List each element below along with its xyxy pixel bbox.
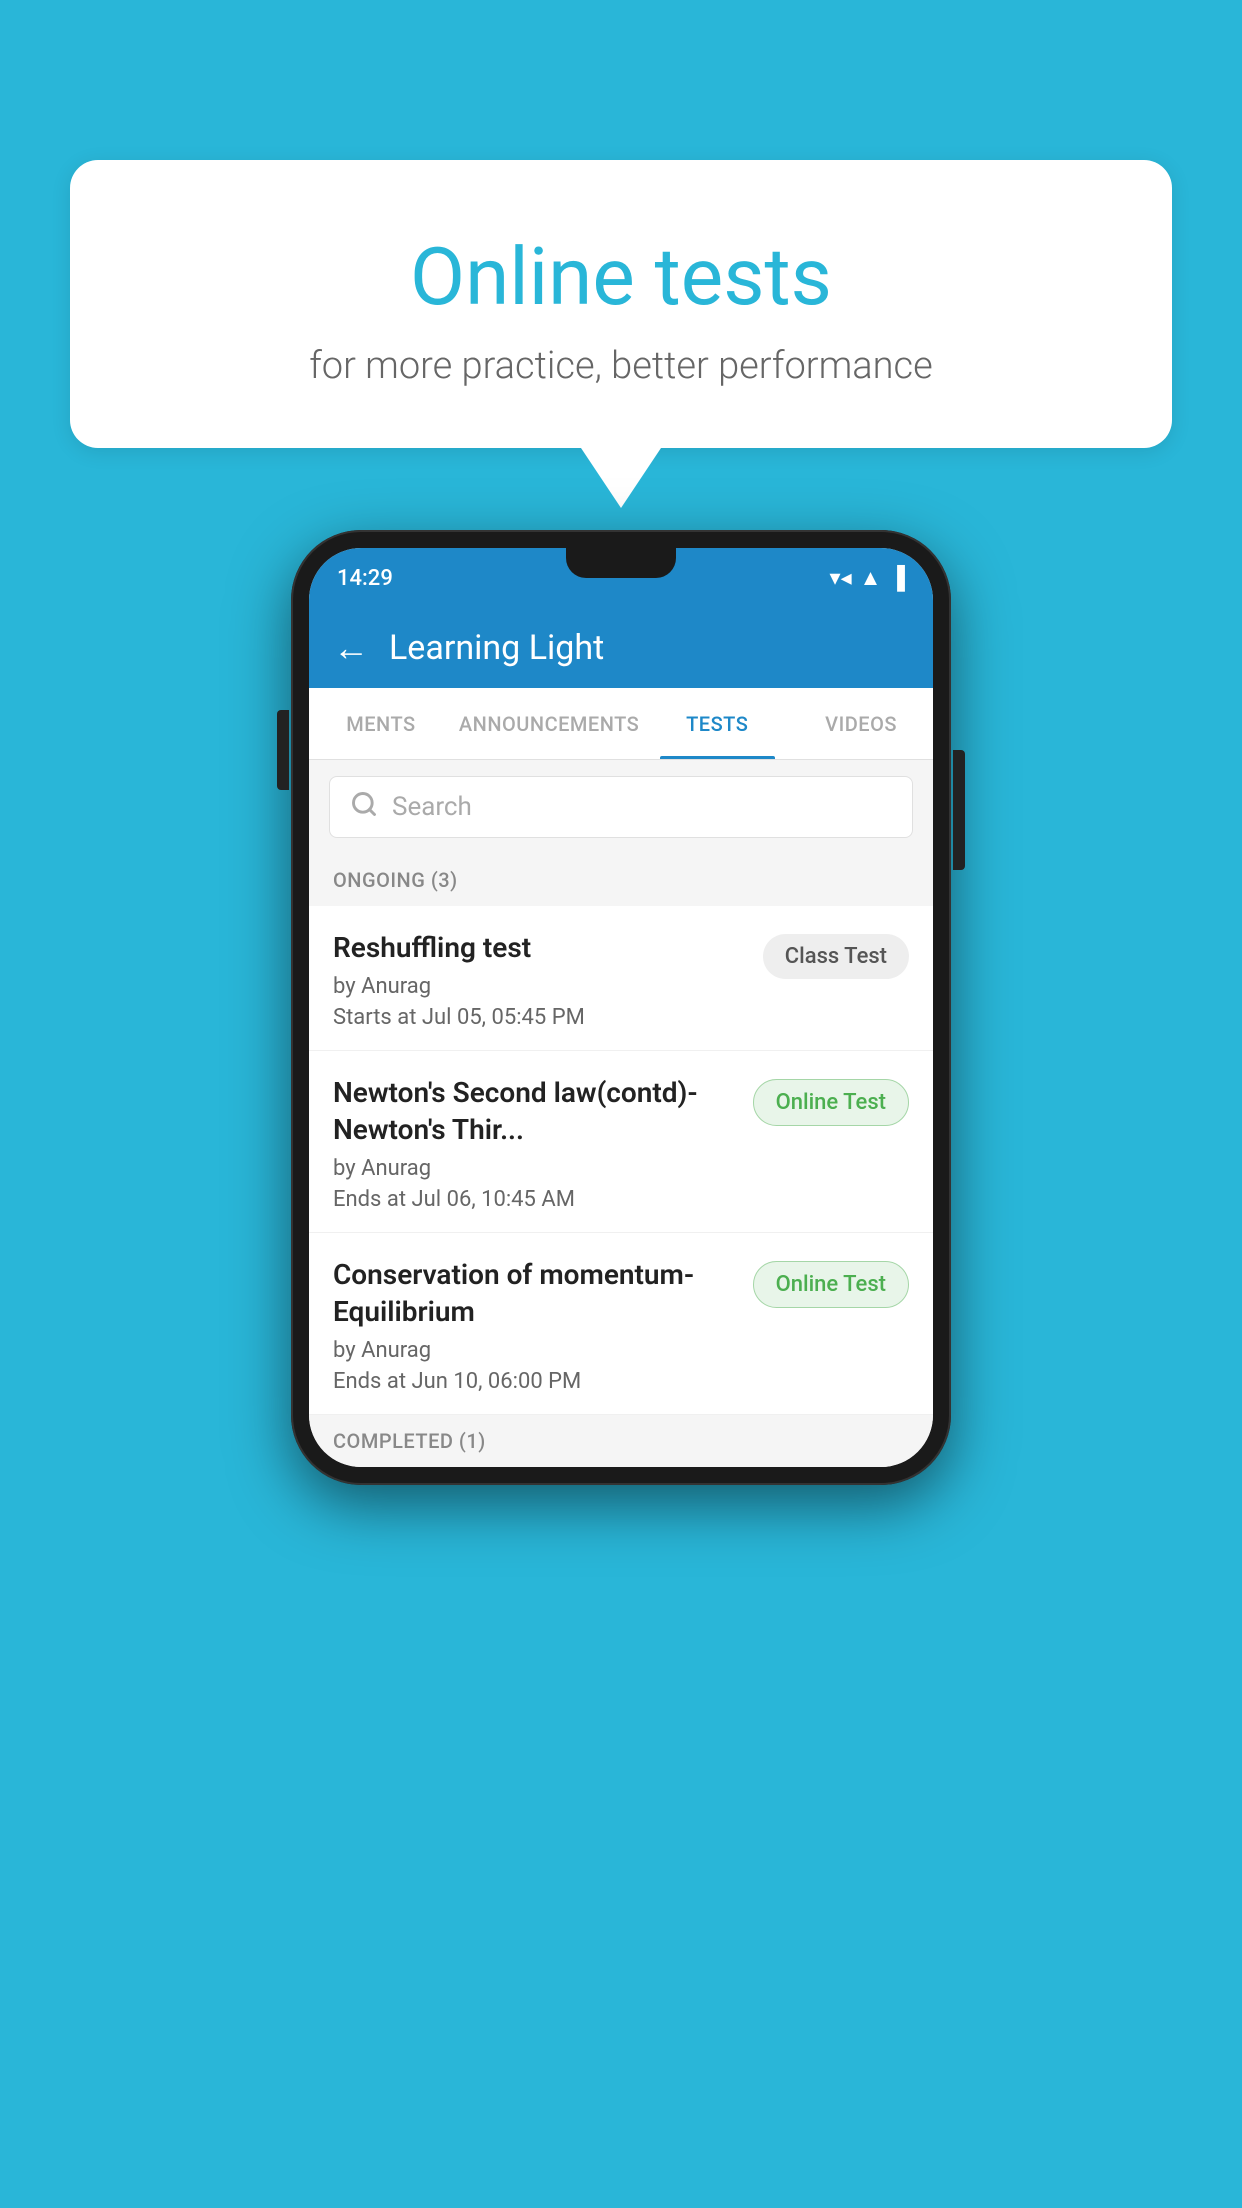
phone-mockup: 14:29 ▾◂ ▲ ▐ ← Learning Light MENTS ANNO… [291,530,951,1485]
speech-bubble-container: Online tests for more practice, better p… [70,160,1172,508]
phone-outer: 14:29 ▾◂ ▲ ▐ ← Learning Light MENTS ANNO… [291,530,951,1485]
test-badge: Online Test [753,1261,909,1308]
back-button[interactable]: ← [333,627,369,669]
test-item[interactable]: Reshuffling test by Anurag Starts at Jul… [309,906,933,1051]
test-badge: Class Test [763,934,909,979]
test-info: Reshuffling test by Anurag Starts at Jul… [333,930,763,1030]
tab-announcements[interactable]: ANNOUNCEMENTS [453,688,645,759]
test-time: Ends at Jun 10, 06:00 PM [333,1369,737,1394]
test-name: Newton's Second law(contd)-Newton's Thir… [333,1075,737,1148]
completed-section-title: COMPLETED (1) [333,1429,486,1453]
notch [566,548,676,578]
speech-bubble: Online tests for more practice, better p… [70,160,1172,448]
test-author: by Anurag [333,974,747,999]
search-container: Search [309,760,933,854]
test-time: Starts at Jul 05, 05:45 PM [333,1005,747,1030]
speech-bubble-tail [581,448,661,508]
test-name: Conservation of momentum-Equilibrium [333,1257,737,1330]
search-placeholder: Search [392,792,472,822]
test-author: by Anurag [333,1338,737,1363]
signal-icon: ▲ [860,565,882,591]
status-icons: ▾◂ ▲ ▐ [830,565,905,591]
test-info: Newton's Second law(contd)-Newton's Thir… [333,1075,753,1212]
speech-bubble-title: Online tests [130,230,1112,324]
test-item[interactable]: Newton's Second law(contd)-Newton's Thir… [309,1051,933,1233]
app-header: ← Learning Light [309,608,933,688]
completed-section-header: COMPLETED (1) [309,1415,933,1467]
ongoing-section-header: ONGOING (3) [309,854,933,906]
phone-screen: 14:29 ▾◂ ▲ ▐ ← Learning Light MENTS ANNO… [309,548,933,1467]
status-bar: 14:29 ▾◂ ▲ ▐ [309,548,933,608]
app-title: Learning Light [389,628,604,668]
test-info: Conservation of momentum-Equilibrium by … [333,1257,753,1394]
wifi-icon: ▾◂ [830,566,852,591]
tab-ments[interactable]: MENTS [309,688,453,759]
search-box[interactable]: Search [329,776,913,838]
test-time: Ends at Jul 06, 10:45 AM [333,1187,737,1212]
status-time: 14:29 [337,566,393,591]
test-list: Reshuffling test by Anurag Starts at Jul… [309,906,933,1415]
test-author: by Anurag [333,1156,737,1181]
ongoing-section-title: ONGOING (3) [333,868,458,892]
test-name: Reshuffling test [333,930,747,966]
speech-bubble-subtitle: for more practice, better performance [130,344,1112,388]
search-icon [350,790,378,825]
test-badge: Online Test [753,1079,909,1126]
tab-videos[interactable]: VIDEOS [789,688,933,759]
battery-icon: ▐ [889,565,905,591]
tab-tests[interactable]: TESTS [645,688,789,759]
tabs-bar: MENTS ANNOUNCEMENTS TESTS VIDEOS [309,688,933,760]
test-item[interactable]: Conservation of momentum-Equilibrium by … [309,1233,933,1415]
